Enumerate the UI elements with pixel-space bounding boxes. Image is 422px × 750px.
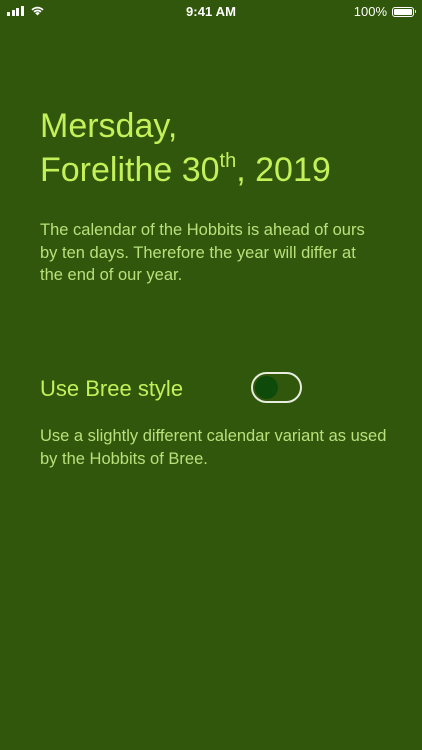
date-weekday: Mersday, <box>40 107 178 145</box>
date-year: , 2019 <box>236 151 331 189</box>
date-display: Mersday, Forelithe 30th, 2019 <box>40 104 331 192</box>
status-right: 100% <box>353 4 416 19</box>
calendar-description: The calendar of the Hobbits is ahead of … <box>40 221 365 284</box>
status-bar: 9:41 AM 100% <box>0 0 422 22</box>
bree-style-toggle[interactable] <box>251 372 302 403</box>
date-month-day: Forelithe 30 <box>40 151 220 189</box>
bree-style-description: Use a slightly different calendar varian… <box>40 427 387 468</box>
date-ordinal-suffix: th <box>219 149 237 172</box>
bree-style-label: Use Bree style <box>40 376 184 401</box>
battery-fill <box>394 8 412 15</box>
battery-icon <box>392 6 416 17</box>
battery-percent: 100% <box>353 4 387 19</box>
toggle-knob <box>255 376 278 399</box>
